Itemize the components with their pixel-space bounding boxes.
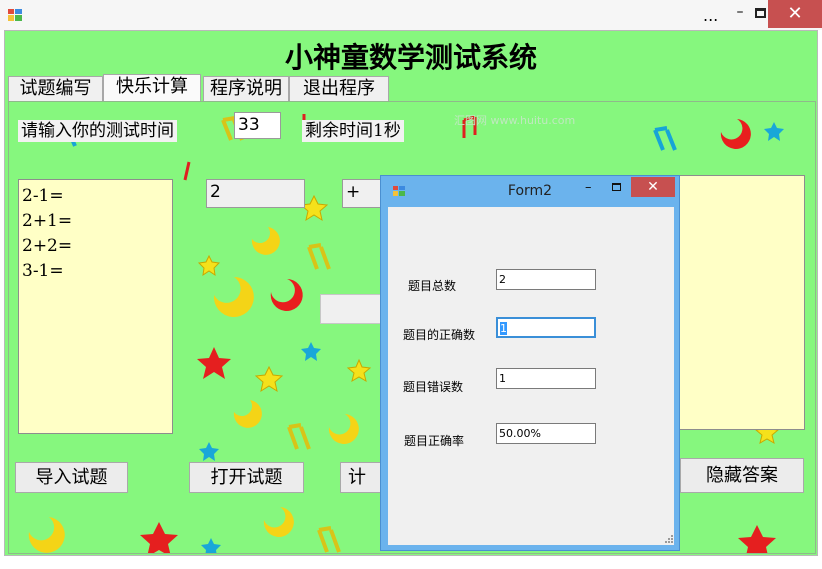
accuracy-label: 题目正确率 bbox=[404, 434, 465, 448]
remaining-time-label: 剩余时间1秒 bbox=[302, 120, 404, 142]
moon-icon bbox=[720, 119, 751, 149]
moon-icon bbox=[263, 507, 294, 537]
hide-answers-button[interactable]: 隐藏答案 bbox=[680, 458, 804, 493]
music-note-icon bbox=[307, 243, 331, 270]
maximize-button[interactable] bbox=[755, 8, 766, 18]
star-icon bbox=[764, 122, 784, 141]
wrong-field[interactable]: 1 bbox=[496, 368, 596, 389]
list-item: 2+1= bbox=[22, 211, 73, 231]
moon-icon bbox=[270, 279, 303, 311]
music-note-icon bbox=[287, 423, 311, 450]
accuracy-field[interactable]: 50.00% bbox=[496, 423, 596, 444]
tab-happy-calc[interactable]: 快乐计算 bbox=[103, 74, 201, 103]
close-button[interactable]: ✕ bbox=[768, 0, 822, 28]
music-note-icon bbox=[183, 161, 191, 181]
star-icon bbox=[140, 522, 178, 553]
moon-icon bbox=[233, 400, 262, 428]
import-questions-button[interactable]: 导入试题 bbox=[15, 462, 128, 493]
star-icon bbox=[199, 442, 219, 461]
correct-field[interactable]: 1 bbox=[496, 317, 596, 338]
list-item: 2+2= bbox=[22, 236, 73, 256]
correct-label: 题目的正确数 bbox=[403, 328, 476, 342]
star-icon bbox=[738, 525, 776, 553]
star-icon bbox=[346, 358, 372, 383]
form2-dialog: Form2 – ✕ 题目总数 2 题目的正确数 1 题目错误数 1 题目正确率 … bbox=[380, 175, 680, 551]
tab-instructions[interactable]: 程序说明 bbox=[203, 76, 289, 102]
minimize-button[interactable]: – bbox=[733, 4, 747, 22]
question-list[interactable]: 2-1= 2+1= 2+2= 3-1= bbox=[18, 179, 173, 434]
moon-icon bbox=[251, 227, 280, 255]
total-field[interactable]: 2 bbox=[496, 269, 596, 290]
time-input[interactable]: 33 bbox=[234, 112, 281, 139]
timer-button[interactable]: 计时 bbox=[340, 462, 382, 493]
list-item: 2-1= bbox=[22, 186, 64, 206]
app-icon bbox=[8, 9, 22, 21]
music-note-icon bbox=[317, 526, 341, 553]
watermark: 汇图网 www.huitu.com bbox=[454, 114, 575, 127]
star-icon bbox=[201, 538, 221, 553]
answer-input[interactable] bbox=[320, 294, 382, 324]
star-icon bbox=[254, 365, 284, 393]
total-label: 题目总数 bbox=[408, 279, 457, 293]
open-questions-button[interactable]: 打开试题 bbox=[189, 462, 304, 493]
tab-edit-questions[interactable]: 试题编写 bbox=[8, 76, 103, 102]
time-prompt-label: 请输入你的测试时间 bbox=[18, 120, 177, 142]
wrong-label: 题目错误数 bbox=[403, 380, 464, 394]
dialog-minimize-button[interactable]: – bbox=[585, 180, 592, 195]
star-icon bbox=[301, 342, 321, 361]
selected-text: 1 bbox=[500, 322, 507, 335]
music-note-icon bbox=[653, 126, 677, 151]
dialog-close-button[interactable]: ✕ bbox=[631, 177, 675, 197]
star-icon bbox=[197, 347, 231, 379]
more-icon[interactable]: ... bbox=[703, 6, 718, 25]
dialog-maximize-button[interactable] bbox=[612, 183, 621, 191]
moon-icon bbox=[328, 414, 359, 444]
list-item: 3-1= bbox=[22, 261, 64, 281]
resize-grip-icon[interactable] bbox=[663, 533, 673, 543]
operator-field[interactable]: + bbox=[342, 179, 382, 208]
answer-list[interactable] bbox=[677, 175, 805, 430]
dialog-client: 题目总数 2 题目的正确数 1 题目错误数 1 题目正确率 50.00% bbox=[388, 207, 674, 545]
operand1-field[interactable]: 2 bbox=[206, 179, 305, 208]
page-title: 小神童数学测试系统 bbox=[284, 41, 537, 74]
window-titlebar bbox=[0, 0, 822, 30]
tab-exit[interactable]: 退出程序 bbox=[289, 76, 389, 102]
star-icon bbox=[197, 254, 221, 277]
moon-icon bbox=[28, 517, 65, 553]
moon-icon bbox=[213, 277, 254, 317]
